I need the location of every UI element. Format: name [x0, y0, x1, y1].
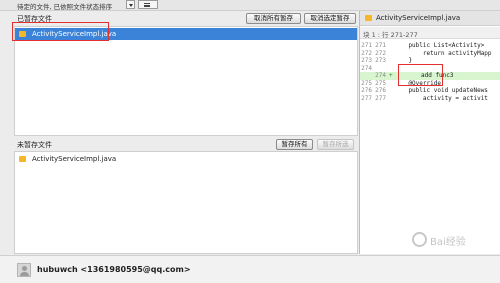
old-line-number: 273: [361, 57, 372, 64]
new-line-number: 272: [375, 49, 386, 57]
new-line-number: 271: [375, 42, 386, 49]
list-icon: [144, 3, 150, 7]
old-line-number: 271: [361, 42, 372, 49]
file-filter-label[interactable]: 待定的文件, 已依照文件状态排序: [17, 1, 112, 11]
staged-file-list: ActivityServiceImpl.java: [14, 26, 358, 136]
unstaged-title: 未暂存文件: [17, 141, 52, 149]
code-line: 272 272 return activityMapp: [360, 50, 500, 58]
watermark: Bai经验: [412, 230, 498, 252]
code-text: public List<Activity>: [394, 42, 488, 49]
unstaged-file-row[interactable]: ActivityServiceImpl.java: [15, 153, 357, 165]
plus-icon: +: [389, 72, 393, 79]
diff-file-tab[interactable]: ActivityServiceImpl.java: [360, 11, 500, 26]
old-line-number: 272: [361, 49, 372, 57]
stage-selected-button[interactable]: 暂存所选: [317, 139, 354, 150]
annotation-box-diff: [398, 64, 443, 86]
unstage-all-button[interactable]: 取消所有暂存: [246, 13, 301, 24]
code-line: 276 276 public void updateNews: [360, 87, 500, 95]
code-text: return activityMapp: [394, 49, 492, 57]
watermark-text: Bai经验: [430, 237, 466, 248]
unstaged-header: 未暂存文件 暂存所有 暂存所选: [14, 137, 358, 151]
hunk-header-text: 块 1 : 行 271-277: [363, 31, 418, 39]
code-text: public void updateNews: [394, 87, 488, 94]
unstaged-file-name: ActivityServiceImpl.java: [32, 155, 117, 163]
code-text: activity = activit: [394, 94, 488, 102]
code-line: 271 271 public List<Activity>: [360, 42, 500, 50]
new-line-number: 275: [375, 79, 386, 87]
old-line-number: 274: [361, 64, 372, 72]
new-line-number: 277: [375, 94, 386, 102]
view-mode-button[interactable]: [138, 0, 158, 9]
old-line-number: 277: [361, 94, 372, 102]
code-line: 277 277 activity = activit: [360, 95, 500, 103]
annotation-box-staged: [12, 22, 109, 41]
diff-pane: ActivityServiceImpl.java 块 1 : 行 271-277…: [359, 11, 500, 254]
new-line-number: 273: [375, 57, 386, 64]
chevron-down-icon: [129, 4, 133, 7]
java-file-icon: [19, 156, 26, 162]
filter-dropdown-button[interactable]: [126, 0, 135, 9]
commit-footer: hubuwch <1361980595@qq.com>: [0, 255, 500, 283]
unstaged-file-list: ActivityServiceImpl.java: [14, 151, 358, 254]
unstage-selected-button[interactable]: 取消选定暂存: [304, 13, 356, 24]
new-line-number: 276: [375, 87, 386, 94]
old-line-number: 275: [361, 79, 372, 87]
diff-file-name: ActivityServiceImpl.java: [376, 14, 461, 22]
hunk-header: 块 1 : 行 271-277: [360, 27, 500, 39]
java-file-icon: [365, 15, 372, 21]
stage-all-button[interactable]: 暂存所有: [276, 139, 313, 150]
toolbar: 待定的文件, 已依照文件状态排序: [0, 0, 500, 11]
new-line-number: 274: [375, 72, 386, 79]
paw-logo-icon: [412, 232, 427, 247]
code-text: }: [394, 57, 413, 64]
old-line-number: 276: [361, 87, 372, 94]
avatar: [17, 263, 31, 277]
author-label: hubuwch <1361980595@qq.com>: [37, 265, 191, 274]
